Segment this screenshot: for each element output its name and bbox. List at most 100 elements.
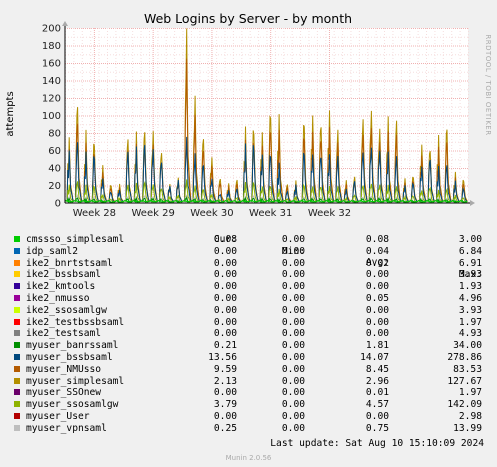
legend-row: myuser_simplesaml 2.13 0.00 2.96 127.67 xyxy=(14,376,492,388)
legend-cur-value: 0.00 xyxy=(213,410,237,422)
legend-max-value: 6.84 xyxy=(458,245,482,257)
x-tick-label: Week 31 xyxy=(249,208,292,219)
legend-max-value: 3.00 xyxy=(458,234,482,245)
y-tick-label: 20 xyxy=(48,181,61,192)
legend-swatch xyxy=(14,401,20,408)
legend-swatch xyxy=(14,412,20,419)
legend-max-value: 1.93 xyxy=(458,281,482,293)
legend-series-name: idp_saml2 xyxy=(26,245,78,257)
legend-swatch xyxy=(14,424,20,431)
legend-row: ike2_testsaml 0.00 0.00 0.00 4.93 xyxy=(14,328,492,340)
legend-min-value: 0.00 xyxy=(281,340,305,352)
x-tick-label: Week 32 xyxy=(308,208,351,219)
legend-swatch xyxy=(14,306,20,313)
legend-min-value: 0.00 xyxy=(281,351,305,363)
y-tick-label: 120 xyxy=(42,94,61,105)
legend-row: ike2_bssbsaml 0.00 0.00 0.00 3.93 xyxy=(14,269,492,281)
legend-avg-value: 1.81 xyxy=(365,340,389,352)
legend-min-value: 0.00 xyxy=(281,245,305,257)
x-tick-label: Week 29 xyxy=(132,208,175,219)
legend-min-value: 0.00 xyxy=(281,328,305,340)
legend-max-value: 278.86 xyxy=(447,351,482,363)
legend-row: ike2_ssosamlgw 0.00 0.00 0.00 3.93 xyxy=(14,305,492,317)
legend-cur-value: 0.00 xyxy=(213,269,237,281)
x-axis-arrow-icon xyxy=(470,200,475,206)
legend-min-value: 0.00 xyxy=(281,292,305,304)
legend-avg-value: 0.05 xyxy=(365,292,389,304)
legend-cur-value: 13.56 xyxy=(208,351,237,363)
y-tick-label: 80 xyxy=(48,129,61,140)
y-axis-ticks: 0 20 40 60 80 100 120 140 160 180 200 xyxy=(42,24,61,210)
y-tick-label: 60 xyxy=(48,146,61,157)
x-axis-ticks: Week 28 Week 29 Week 30 Week 31 Week 32 xyxy=(73,208,351,219)
legend-avg-value: 0.00 xyxy=(365,410,389,422)
legend-avg-value: 2.96 xyxy=(365,375,389,387)
legend-avg-value: 0.00 xyxy=(365,281,389,293)
legend-avg-value: 4.57 xyxy=(365,399,389,411)
grid xyxy=(65,28,469,203)
legend-avg-value: 14.07 xyxy=(360,351,389,363)
legend-min-value: 0.00 xyxy=(281,234,305,245)
legend-row: myuser_vpnsaml 0.25 0.00 0.75 13.99 xyxy=(14,423,492,435)
legend-cur-value: 0.00 xyxy=(213,328,237,340)
legend-series-name: ike2_nmusso xyxy=(26,292,90,304)
legend-series-name: ike2_bssbsaml xyxy=(26,269,102,281)
legend-swatch xyxy=(14,259,20,266)
legend-series-name: cmssso_simplesaml xyxy=(26,234,125,245)
legend-series-name: myuser_banrssaml xyxy=(26,340,119,352)
legend-swatch xyxy=(14,247,20,254)
legend-series-name: myuser_simplesaml xyxy=(26,375,125,387)
legend-cur-value: 0.00 xyxy=(213,316,237,328)
legend-min-value: 0.00 xyxy=(281,304,305,316)
legend-rows: cmssso_simplesaml 0.08 0.00 0.08 3.00 idp_sam… xyxy=(14,234,492,435)
legend-max-value: 3.93 xyxy=(458,304,482,316)
legend-row: ike2_bnrtstsaml 0.00 0.00 0.02 6.91 xyxy=(14,258,492,270)
legend-max-value: 83.53 xyxy=(453,363,482,375)
legend-series-name: myuser_User xyxy=(26,410,90,422)
y-tick-label: 180 xyxy=(42,41,61,52)
y-tick-label: 200 xyxy=(42,24,61,35)
legend-row: idp_saml2 0.00 0.00 0.04 6.84 xyxy=(14,246,492,258)
legend-avg-value: 0.00 xyxy=(365,316,389,328)
x-tick-label: Week 30 xyxy=(190,208,233,219)
legend-max-value: 6.91 xyxy=(458,257,482,269)
legend-max-value: 34.00 xyxy=(453,340,482,352)
legend-swatch xyxy=(14,365,20,372)
legend-min-value: 0.00 xyxy=(281,363,305,375)
legend-max-value: 3.93 xyxy=(458,269,482,281)
legend-max-value: 1.97 xyxy=(458,387,482,399)
y-tick-label: 160 xyxy=(42,59,61,70)
y-tick-label: 140 xyxy=(42,76,61,87)
legend-swatch xyxy=(14,294,20,301)
legend-min-value: 0.00 xyxy=(281,316,305,328)
legend-row: cmssso_simplesaml 0.08 0.00 0.08 3.00 xyxy=(14,234,492,246)
legend-row: ike2_kmtools 0.00 0.00 0.00 1.93 xyxy=(14,281,492,293)
legend-max-value: 1.97 xyxy=(458,316,482,328)
legend-series-name: myuser_NMUsso xyxy=(26,363,102,375)
legend-cur-value: 2.13 xyxy=(213,375,237,387)
legend-avg-value: 0.00 xyxy=(365,328,389,340)
legend-cur-value: 0.25 xyxy=(213,422,237,434)
x-tick-label: Week 28 xyxy=(73,208,116,219)
legend-max-value: 4.96 xyxy=(458,292,482,304)
chart-title: Web Logins by Server - by month xyxy=(144,11,352,26)
legend-max-value: 127.67 xyxy=(447,375,482,387)
legend-min-value: 0.00 xyxy=(281,257,305,269)
legend-series-name: myuser_SSOnew xyxy=(26,387,102,399)
legend-cur-value: 0.00 xyxy=(213,292,237,304)
legend-series-name: ike2_bnrtstsaml xyxy=(26,257,113,269)
rrdtool-credit: RRDTOOL / TOBI OETIKER xyxy=(484,34,492,135)
legend-row: myuser_User 0.00 0.00 0.00 2.98 xyxy=(14,411,492,423)
legend-avg-value: 8.45 xyxy=(365,363,389,375)
munin-version: Munin 2.0.56 xyxy=(225,454,272,462)
legend-min-value: 0.00 xyxy=(281,269,305,281)
legend-avg-value: 0.02 xyxy=(365,257,389,269)
legend-swatch xyxy=(14,330,20,337)
legend-series-name: myuser_bssbsaml xyxy=(26,351,113,363)
legend-row: myuser_NMUsso 9.59 0.00 8.45 83.53 xyxy=(14,364,492,376)
legend-cur-value: 9.59 xyxy=(213,363,237,375)
legend-avg-value: 0.00 xyxy=(365,269,389,281)
legend-avg-value: 0.00 xyxy=(365,304,389,316)
legend-series-name: myuser_vpnsaml xyxy=(26,422,107,434)
legend-swatch xyxy=(14,342,20,349)
